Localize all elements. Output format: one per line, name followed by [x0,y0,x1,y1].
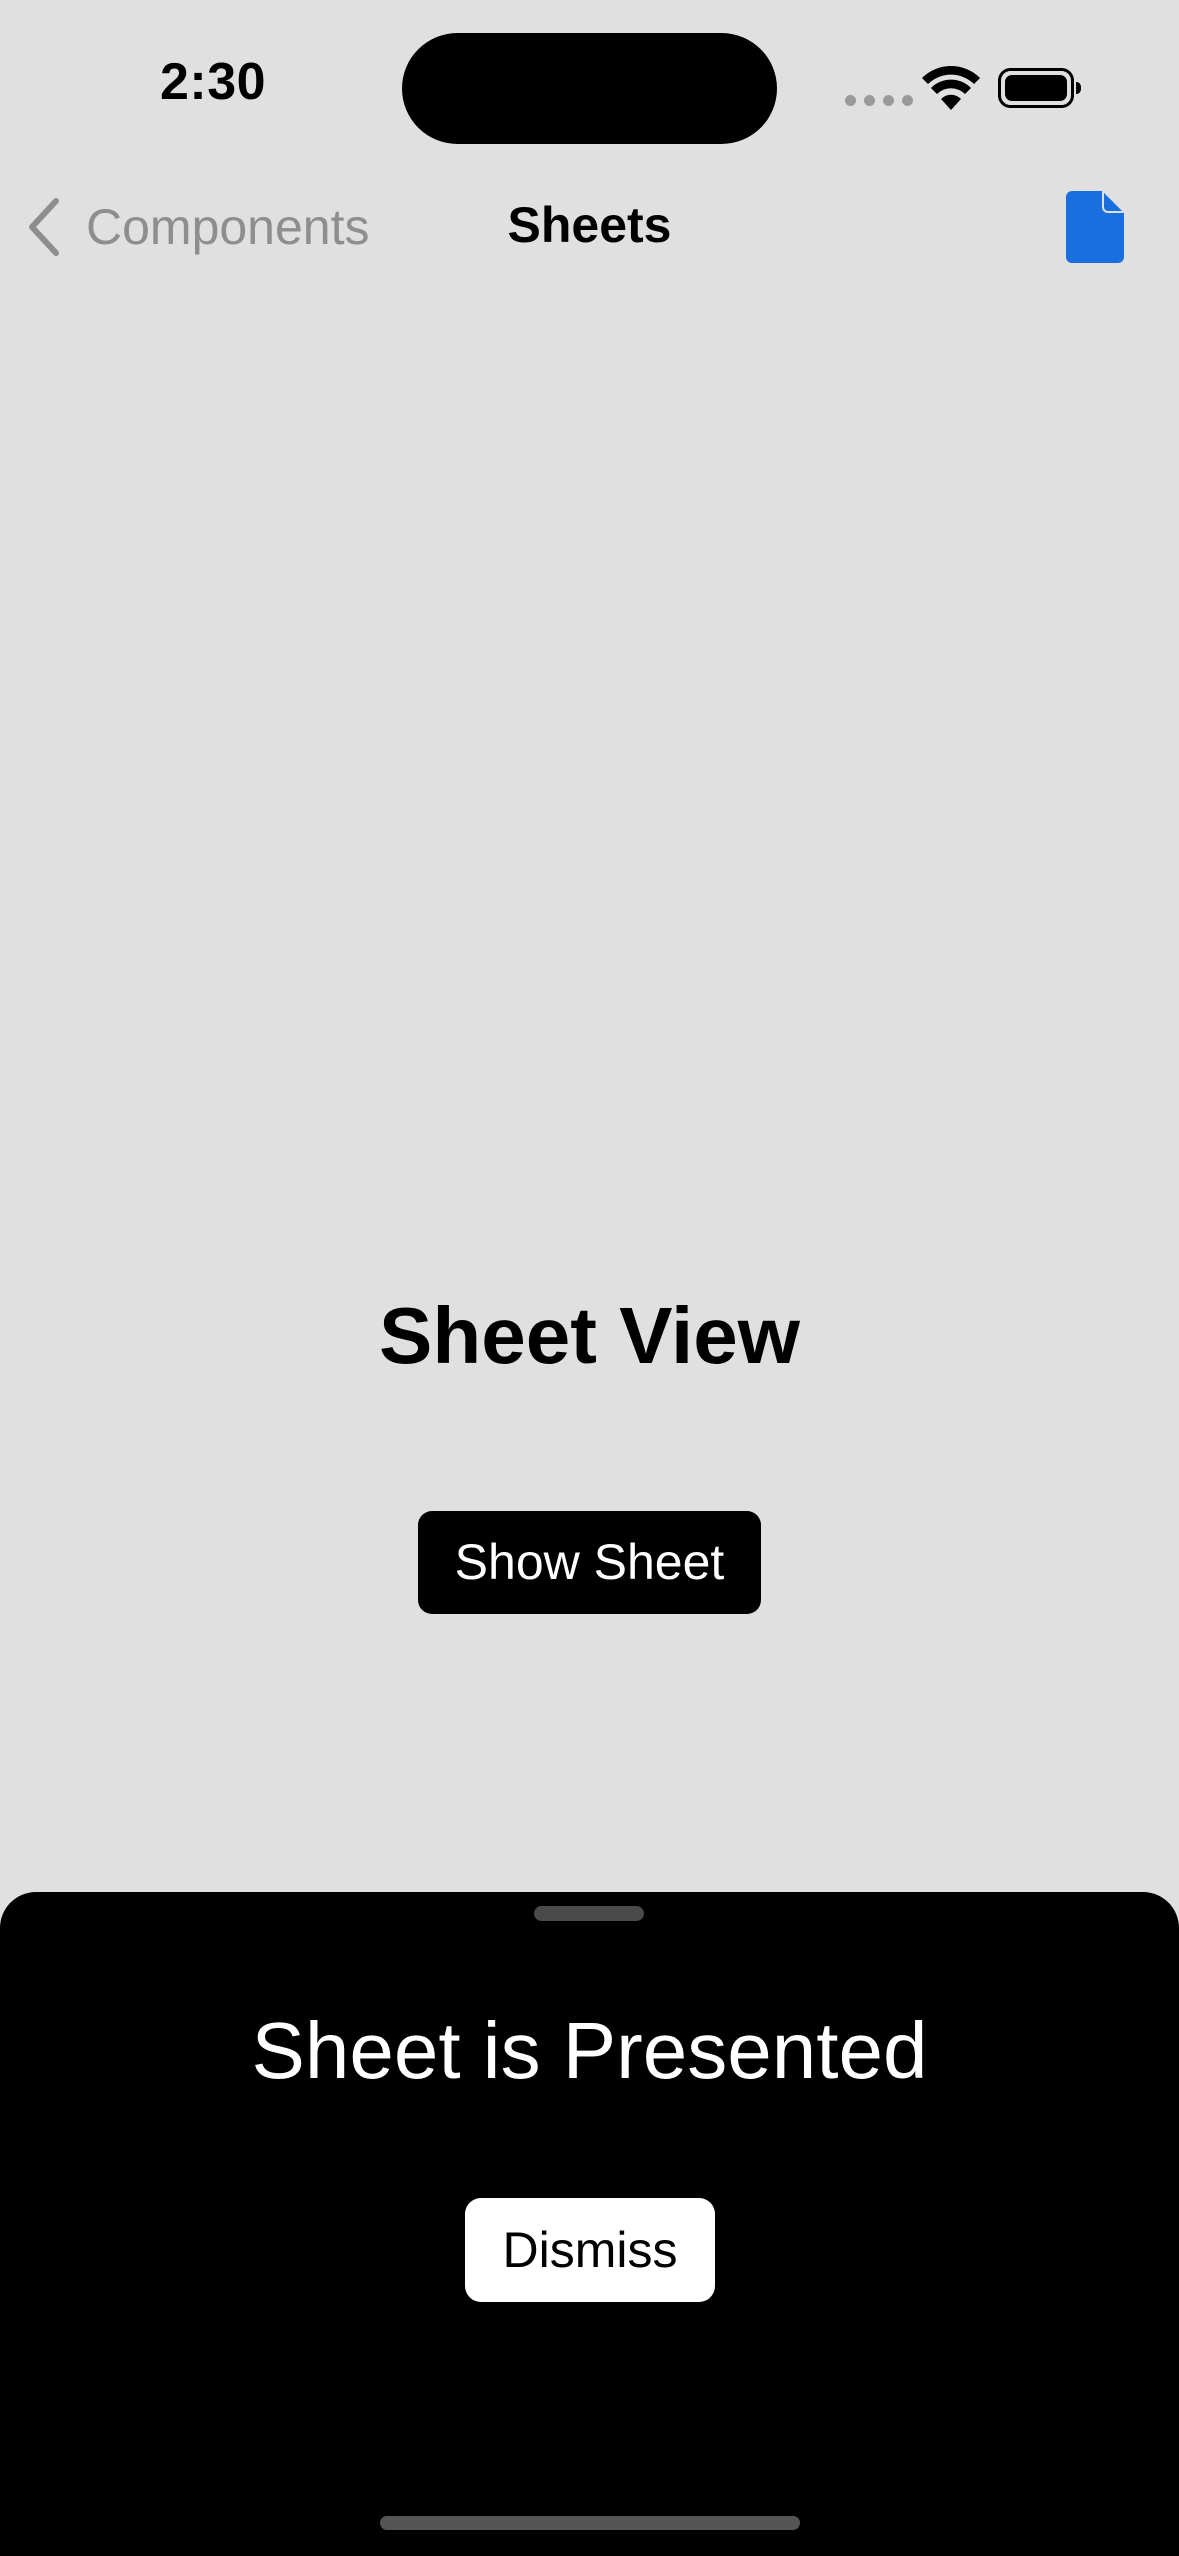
main-title: Sheet View [379,1291,800,1380]
cellular-signal-icon [845,95,913,106]
sheet-grabber[interactable] [534,1906,644,1921]
sheet-title: Sheet is Presented [251,2006,928,2095]
dismiss-button[interactable]: Dismiss [465,2198,715,2302]
document-icon[interactable] [1066,191,1124,263]
page-title: Sheets [507,197,672,253]
home-indicator[interactable] [380,2516,800,2530]
show-sheet-button[interactable]: Show Sheet [418,1511,761,1614]
screen: 2:30 Components Sheets Sheet View Show S… [0,0,1179,2556]
status-time: 2:30 [160,53,267,111]
battery-icon [998,68,1081,108]
dynamic-island [402,33,777,144]
wifi-icon [922,66,980,110]
